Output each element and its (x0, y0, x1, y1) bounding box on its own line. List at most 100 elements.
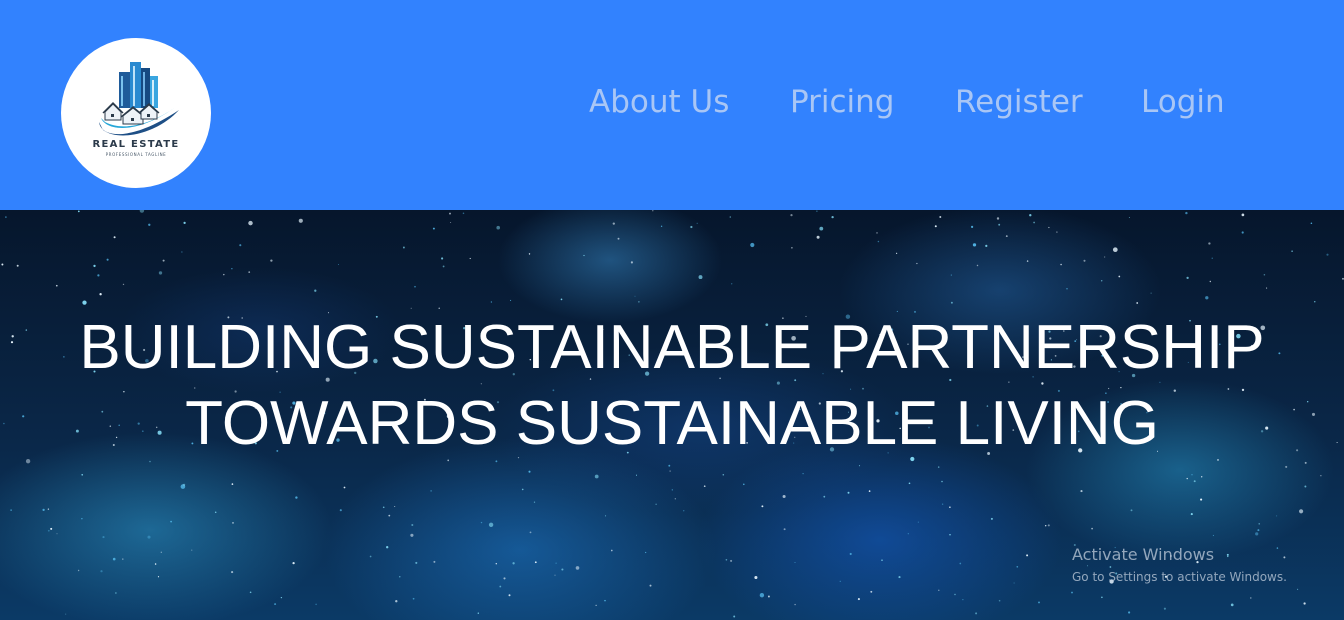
star (949, 506, 951, 508)
nav-pricing[interactable]: Pricing (790, 82, 895, 122)
star (1086, 565, 1089, 567)
star (1186, 477, 1188, 480)
star (1118, 275, 1121, 278)
star (315, 603, 317, 606)
nav-about-us[interactable]: About Us (589, 82, 729, 122)
star (115, 592, 117, 594)
star (338, 264, 339, 265)
star (395, 600, 398, 603)
star (698, 275, 703, 280)
star (754, 575, 758, 580)
star (343, 486, 346, 489)
star (617, 237, 620, 240)
star (382, 506, 385, 509)
star (1241, 231, 1244, 234)
star (77, 569, 80, 572)
star (1201, 476, 1203, 478)
star (790, 213, 793, 217)
star (831, 215, 834, 219)
star (410, 307, 412, 309)
star (528, 253, 531, 255)
star (50, 527, 53, 530)
star (583, 254, 585, 257)
star (985, 244, 988, 248)
star (249, 591, 252, 594)
star (939, 216, 942, 218)
star (634, 295, 636, 297)
star (432, 227, 435, 230)
star (214, 511, 217, 514)
star (1091, 527, 1093, 530)
star (97, 274, 100, 277)
star (1209, 280, 1212, 283)
star (510, 299, 512, 301)
star (410, 533, 414, 537)
star (645, 551, 647, 554)
star (1193, 480, 1196, 483)
star (442, 265, 445, 268)
star (1226, 553, 1229, 556)
star (1190, 513, 1193, 516)
logo[interactable]: REAL ESTATE PROFESSIONAL TAGLINE (61, 38, 211, 188)
star (595, 604, 597, 606)
star (106, 258, 109, 261)
star (488, 522, 494, 527)
star (533, 501, 536, 503)
star (849, 552, 852, 556)
star (495, 562, 498, 565)
star (55, 284, 58, 287)
star (605, 515, 607, 517)
star (1060, 263, 1062, 266)
star (1285, 465, 1288, 468)
star (433, 560, 436, 563)
star (703, 485, 706, 488)
star (122, 283, 125, 286)
star (649, 584, 652, 587)
star (82, 300, 87, 305)
star (730, 559, 733, 562)
star (652, 210, 654, 212)
star (938, 589, 940, 592)
star (47, 529, 50, 532)
star (77, 210, 80, 213)
star (102, 536, 105, 539)
star (877, 240, 880, 243)
star (823, 495, 826, 498)
star (386, 546, 389, 549)
star (839, 580, 841, 582)
star (231, 268, 233, 270)
star (1128, 216, 1130, 219)
star (93, 264, 96, 268)
star (996, 217, 1000, 220)
star (1150, 292, 1152, 294)
star (1044, 524, 1047, 527)
star (112, 557, 116, 561)
star (1258, 523, 1260, 525)
star (743, 483, 745, 486)
star (1227, 555, 1229, 558)
star (521, 488, 524, 491)
star (499, 585, 502, 588)
star (638, 301, 640, 303)
star (388, 514, 391, 517)
star (449, 212, 451, 215)
page: REAL ESTATE PROFESSIONAL TAGLINE About U… (0, 0, 1344, 620)
star (1071, 591, 1073, 594)
star (441, 257, 444, 260)
star (412, 597, 415, 600)
star (575, 566, 580, 570)
star (950, 301, 953, 304)
star (604, 599, 606, 602)
star (594, 474, 599, 479)
star (42, 508, 45, 512)
star (369, 555, 372, 558)
star (998, 599, 1001, 602)
nav-register[interactable]: Register (955, 82, 1083, 122)
star (1205, 296, 1209, 300)
nav-login[interactable]: Login (1141, 82, 1225, 122)
star (10, 509, 12, 511)
star (761, 505, 764, 508)
star (1163, 607, 1166, 610)
star (561, 568, 564, 571)
star (1080, 490, 1083, 493)
